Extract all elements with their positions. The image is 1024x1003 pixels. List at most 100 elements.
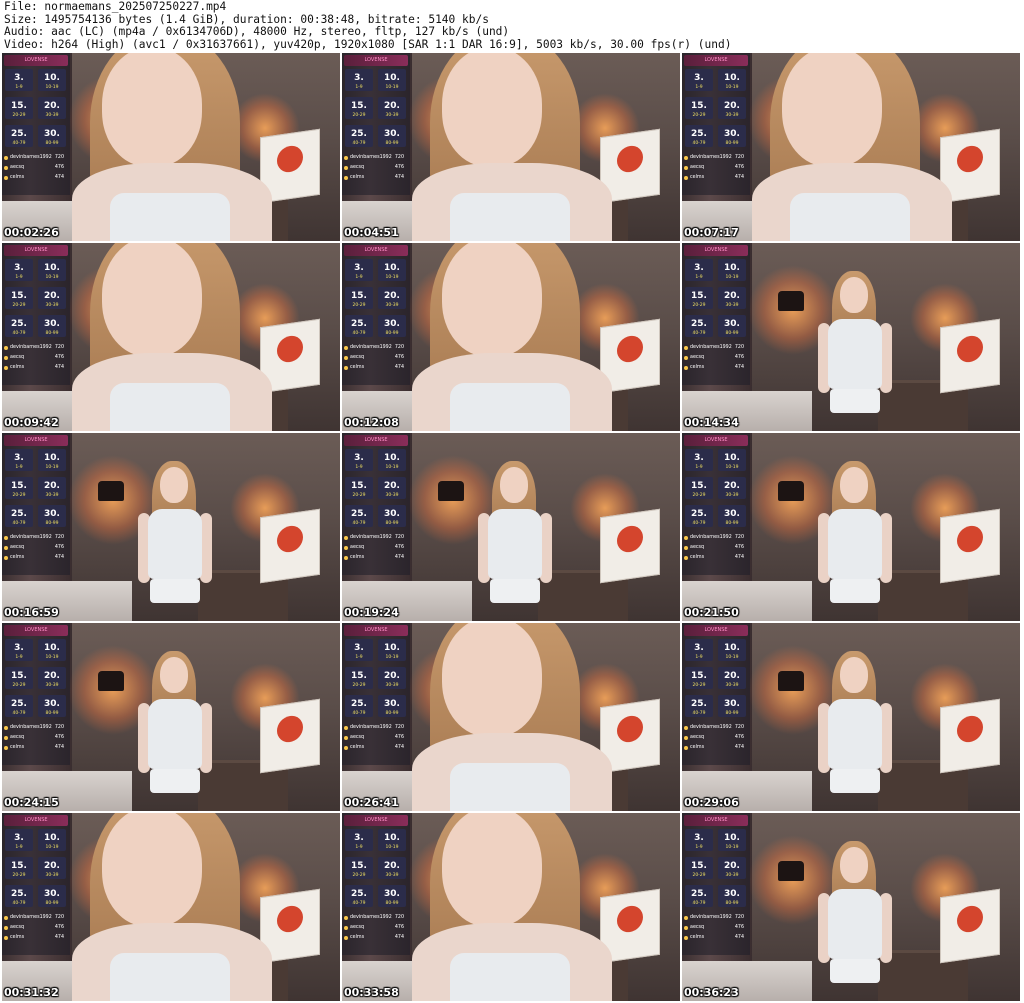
tipper-name: celms xyxy=(10,745,25,750)
badge-icon xyxy=(684,926,688,930)
tip-tile: 15. 20-29 xyxy=(5,477,33,499)
tipper-row: celms 474 xyxy=(344,173,408,183)
tile-value: 3. xyxy=(694,833,704,843)
tile-value: 25. xyxy=(11,129,27,139)
tile-value: 25. xyxy=(351,319,367,329)
tipper-row: devinbarnes1992 720 xyxy=(4,913,68,923)
tip-menu-overlay: LOVENSE 3. 1-9 10. 10-19 15. 20-29 20. 30-39 25. 4… xyxy=(2,623,70,765)
tip-tile: 20. 30-39 xyxy=(718,857,746,879)
shorts xyxy=(830,579,880,603)
tile-value: 20. xyxy=(384,481,400,491)
tile-range: 30-39 xyxy=(725,303,739,308)
tip-menu-overlay: LOVENSE 3. 1-9 10. 10-19 15. 20-29 20. 30-39 25. 4… xyxy=(682,433,750,575)
badge-icon xyxy=(4,366,8,370)
tipper-name: aecsq xyxy=(690,165,705,170)
badge-icon xyxy=(344,736,348,740)
tip-tile: 25. 40-79 xyxy=(345,315,373,337)
tank-top xyxy=(450,953,570,1001)
timestamp: 00:16:59 xyxy=(4,606,59,619)
tip-tile: 20. 30-39 xyxy=(378,667,406,689)
badge-icon xyxy=(4,176,8,180)
tipper-amount: 476 xyxy=(54,355,64,360)
thumbnail: LOVENSE 3. 1-9 10. 10-19 15. 20-29 20. 30-39 25. 4… xyxy=(682,433,1020,621)
badge-icon xyxy=(684,366,688,370)
tile-range: 30-39 xyxy=(45,303,59,308)
video-line: Video: h264 (High) (avc1 / 0x31637661), … xyxy=(4,37,732,51)
tipper-row: celms 474 xyxy=(4,173,68,183)
badge-icon xyxy=(684,346,688,350)
tipper-row: aecsq 476 xyxy=(344,733,408,743)
tip-tile: 20. 30-39 xyxy=(38,477,66,499)
tipper-name: aecsq xyxy=(350,165,365,170)
tipper-name: devinbarnes1992 xyxy=(690,915,732,920)
tile-range: 10-19 xyxy=(45,465,59,470)
tipper-amount: 474 xyxy=(394,745,404,750)
tip-menu-overlay: LOVENSE 3. 1-9 10. 10-19 15. 20-29 20. 30-39 25. 4… xyxy=(682,623,750,765)
tile-value: 10. xyxy=(44,453,60,463)
tip-tile: 3. 1-9 xyxy=(5,639,33,661)
tile-value: 15. xyxy=(11,671,27,681)
tipper-name: aecsq xyxy=(350,925,365,930)
tip-tile: 30. 80-99 xyxy=(38,505,66,527)
lamp xyxy=(778,481,804,501)
tank-top xyxy=(110,383,230,431)
tile-value: 3. xyxy=(694,453,704,463)
tile-range: 40-79 xyxy=(352,141,366,146)
tipper-amount: 720 xyxy=(54,915,64,920)
tile-value: 10. xyxy=(44,833,60,843)
top-tippers: devinbarnes1992 720 aecsq 476 celms 474 xyxy=(344,723,408,753)
person xyxy=(810,271,900,431)
shorts xyxy=(830,389,880,413)
badge-icon xyxy=(344,356,348,360)
thumbnail-grid: LOVENSE 3. 1-9 10. 10-19 15. 20-29 20. 30-39 25. 4… xyxy=(2,53,1022,1003)
tile-value: 3. xyxy=(694,73,704,83)
tipper-amount: 476 xyxy=(394,355,404,360)
tipper-amount: 476 xyxy=(734,545,744,550)
tile-value: 10. xyxy=(724,643,740,653)
tile-range: 10-19 xyxy=(385,275,399,280)
tip-tile: 20. 30-39 xyxy=(38,97,66,119)
tile-value: 3. xyxy=(354,643,364,653)
tank-top xyxy=(148,509,202,579)
tank-top xyxy=(450,383,570,431)
tile-value: 25. xyxy=(351,889,367,899)
tipper-row: celms 474 xyxy=(684,933,748,943)
tile-value: 15. xyxy=(351,671,367,681)
overlay-header: LOVENSE xyxy=(4,435,68,446)
shorts xyxy=(830,769,880,793)
tipper-amount: 474 xyxy=(734,935,744,940)
red-circle xyxy=(277,714,303,744)
tipper-row: celms 474 xyxy=(344,933,408,943)
tank-top xyxy=(828,509,882,579)
tip-tile: 25. 40-79 xyxy=(685,125,713,147)
tipper-row: devinbarnes1992 720 xyxy=(344,533,408,543)
tipper-amount: 474 xyxy=(734,555,744,560)
tipper-name: aecsq xyxy=(10,735,25,740)
tile-value: 30. xyxy=(44,889,60,899)
face xyxy=(442,813,542,927)
tile-value: 30. xyxy=(724,319,740,329)
tip-tile: 20. 30-39 xyxy=(38,857,66,879)
tipper-name: celms xyxy=(690,935,705,940)
tile-value: 30. xyxy=(724,509,740,519)
face xyxy=(102,243,202,357)
tipper-amount: 476 xyxy=(734,735,744,740)
tipper-name: celms xyxy=(690,745,705,750)
tipper-name: celms xyxy=(10,935,25,940)
badge-icon xyxy=(344,926,348,930)
tipper-name: devinbarnes1992 xyxy=(350,915,392,920)
tile-range: 10-19 xyxy=(725,85,739,90)
timestamp: 00:07:17 xyxy=(684,226,739,239)
tipper-amount: 720 xyxy=(734,915,744,920)
tipper-row: devinbarnes1992 720 xyxy=(344,153,408,163)
tip-menu-overlay: LOVENSE 3. 1-9 10. 10-19 15. 20-29 20. 30-39 25. 4… xyxy=(682,243,750,385)
tile-value: 25. xyxy=(691,509,707,519)
tipper-row: aecsq 476 xyxy=(4,923,68,933)
tipper-row: aecsq 476 xyxy=(684,163,748,173)
tipper-amount: 474 xyxy=(394,555,404,560)
tile-range: 80-99 xyxy=(45,521,59,526)
tile-value: 3. xyxy=(14,263,24,273)
wall-canvas xyxy=(940,318,1000,394)
tip-tile: 15. 20-29 xyxy=(685,97,713,119)
tile-value: 20. xyxy=(44,481,60,491)
